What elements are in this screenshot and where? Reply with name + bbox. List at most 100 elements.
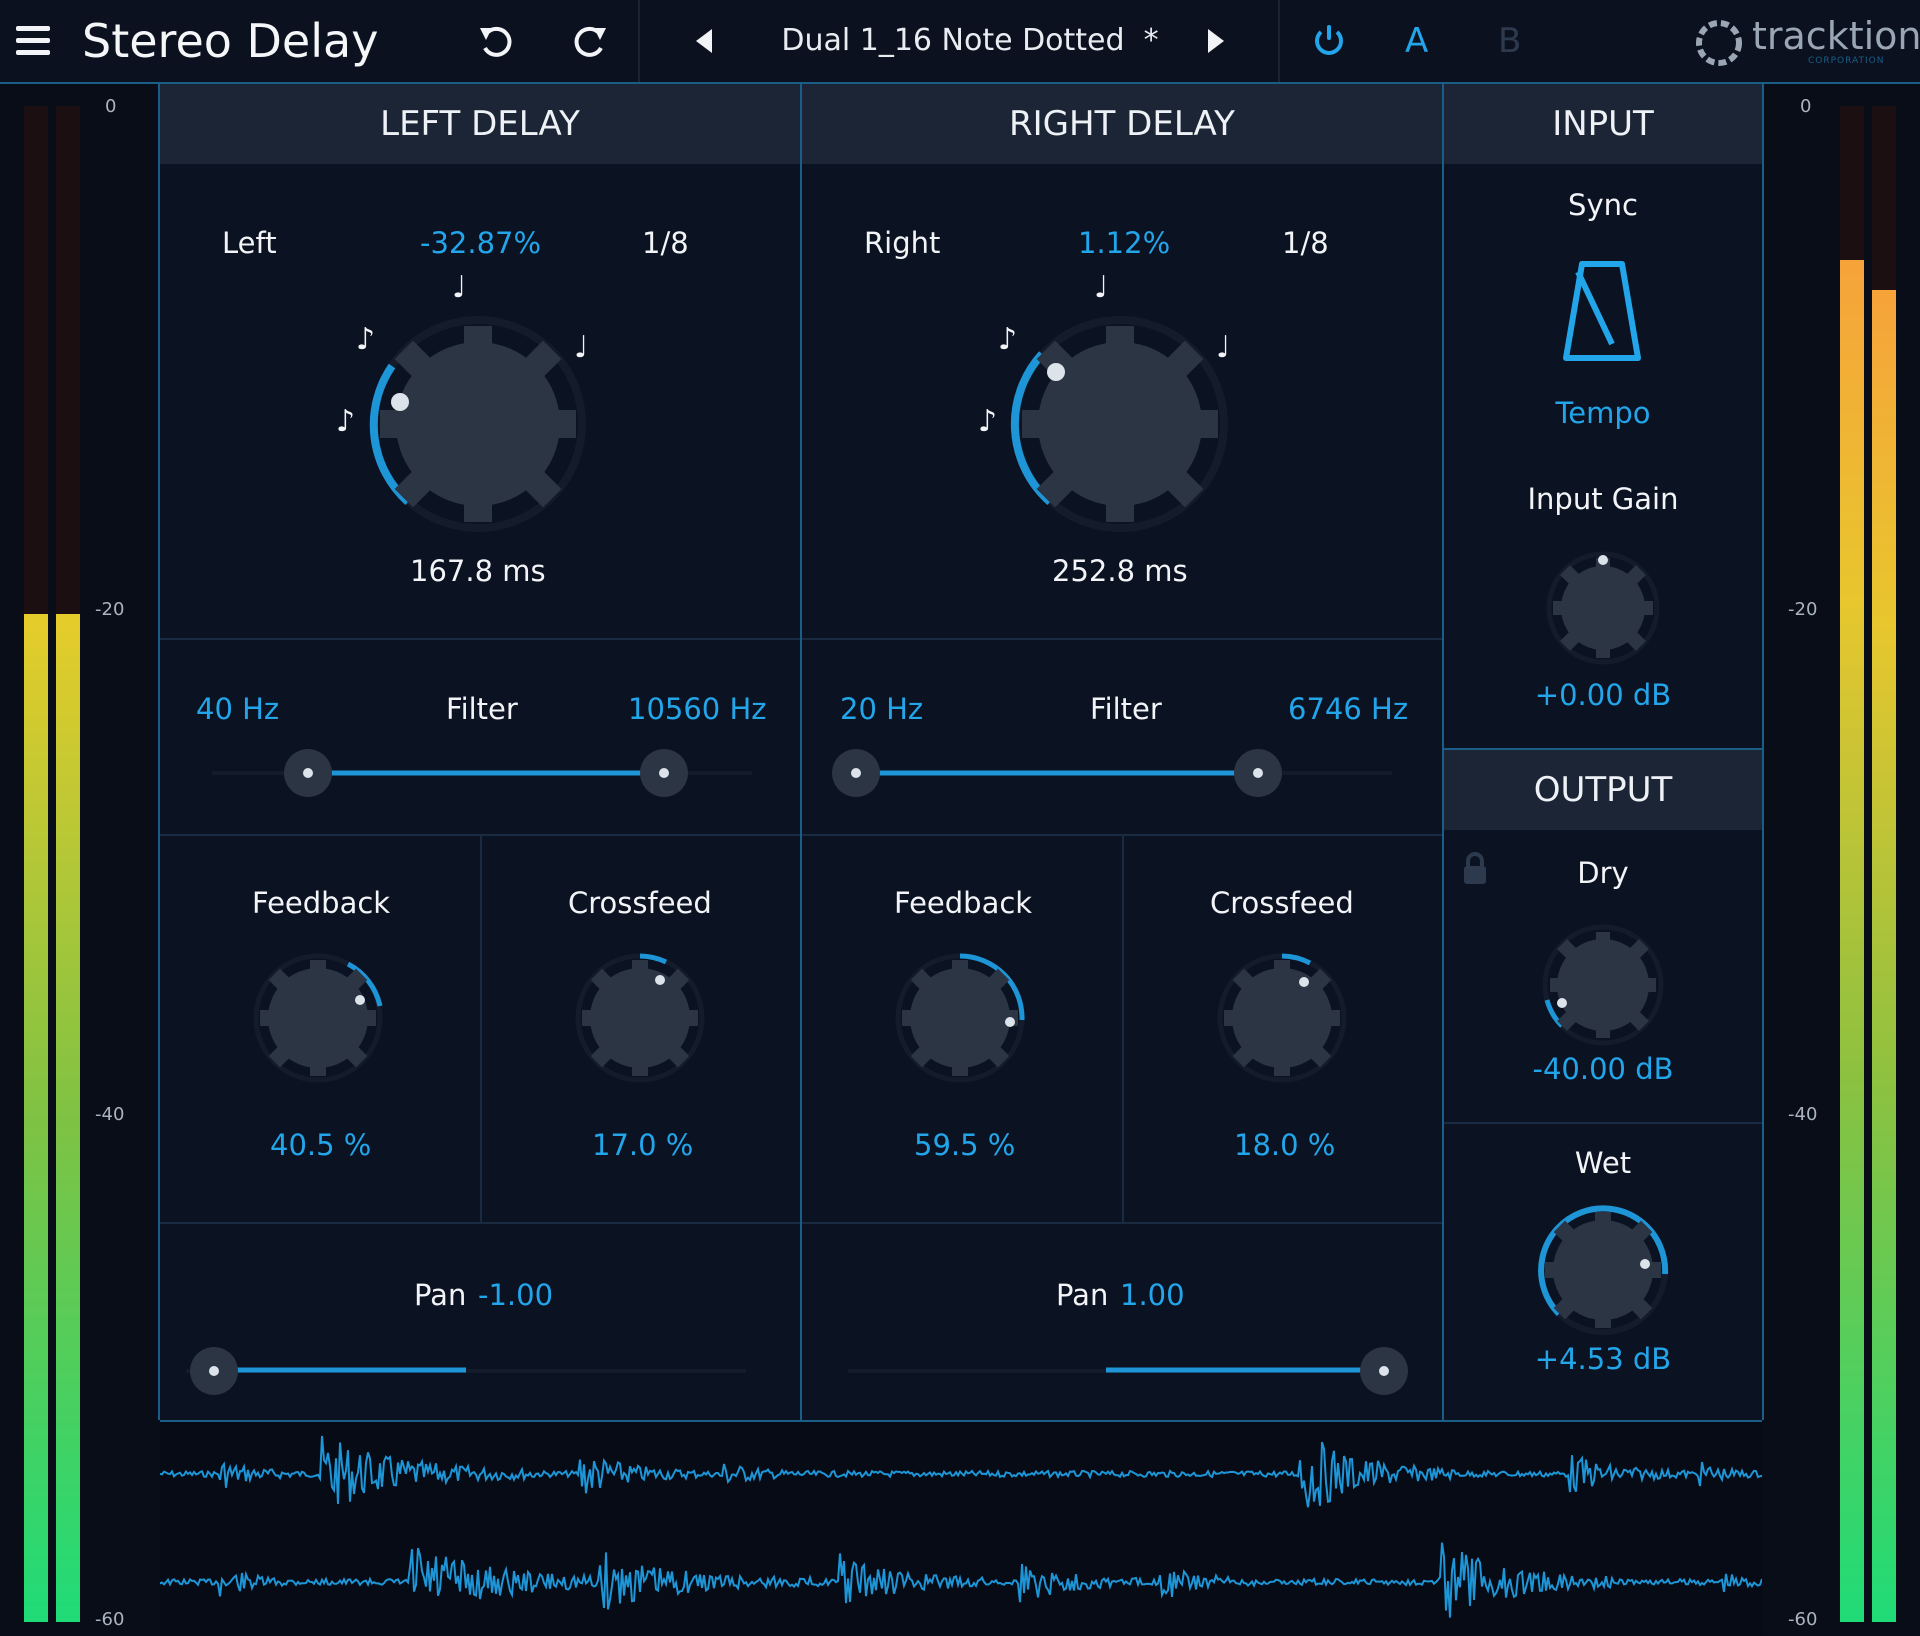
- right-crossfeed-value: 18.0 %: [1234, 1128, 1336, 1162]
- next-preset-button[interactable]: [1200, 26, 1230, 56]
- sync-label: Sync: [1568, 188, 1638, 222]
- panel-divider: [158, 84, 160, 1420]
- dry-value: -40.00 dB: [1532, 1052, 1674, 1086]
- right-feedback-knob[interactable]: [890, 948, 1030, 1088]
- right-delay-time-value: 252.8 ms: [1052, 554, 1188, 588]
- input-gain-knob[interactable]: [1543, 548, 1663, 668]
- input-level-meter: 0 -20 -40 -60: [0, 84, 160, 1634]
- right-filter-range-slider[interactable]: [832, 748, 1392, 798]
- left-filter-range-slider[interactable]: [212, 748, 752, 798]
- right-crossfeed-label: Crossfeed: [1210, 886, 1354, 920]
- meter-scale-20: -20: [1788, 599, 1818, 620]
- quarter-note-icon: ♩: [1094, 270, 1109, 305]
- meter-scale-0: 0: [1800, 96, 1812, 117]
- left-pan-value: -1.00: [478, 1278, 554, 1312]
- preset-label: Dual 1_16 Note Dotted: [781, 23, 1125, 58]
- right-feedback-value: 59.5 %: [914, 1128, 1016, 1162]
- section-divider: [160, 638, 800, 640]
- left-pan-label: Pan: [414, 1278, 467, 1312]
- input-gain-value: +0.00 dB: [1534, 678, 1672, 712]
- preset-name[interactable]: Dual 1_16 Note Dotted *: [770, 18, 1170, 64]
- left-feedback-value: 40.5 %: [270, 1128, 372, 1162]
- left-filter-low-value: 40 Hz: [196, 692, 280, 726]
- dry-label: Dry: [1577, 856, 1629, 890]
- meter-bar-right: [1872, 290, 1896, 1622]
- sixteenth-note-icon: ♪: [336, 404, 356, 439]
- left-division-label: 1/8: [642, 226, 689, 260]
- logo-text: tracktion: [1752, 14, 1920, 58]
- left-filter-high-value: 10560 Hz: [628, 692, 767, 726]
- section-divider: [1122, 834, 1124, 1222]
- section-divider: [160, 1222, 800, 1224]
- output-header: OUTPUT: [1444, 750, 1762, 830]
- sync-mode-value[interactable]: Tempo: [1444, 396, 1762, 430]
- meter-bar-left: [1840, 260, 1864, 1622]
- right-delay-header: RIGHT DELAY: [802, 84, 1442, 164]
- left-crossfeed-knob[interactable]: [570, 948, 710, 1088]
- meter-bar-right: [56, 614, 80, 1622]
- left-crossfeed-value: 17.0 %: [592, 1128, 694, 1162]
- preset-modified-mark: *: [1143, 23, 1159, 58]
- right-division-label: 1/8: [1282, 226, 1329, 260]
- meter-scale-0: 0: [105, 96, 117, 117]
- left-delay-time-knob[interactable]: [360, 306, 596, 542]
- meter-scale-60: -60: [1788, 1609, 1818, 1630]
- meter-scale-20: -20: [95, 599, 125, 620]
- top-bar: Stereo Delay Dual 1_16 Note Dotted * A B…: [0, 0, 1920, 84]
- right-pan-value: 1.00: [1120, 1278, 1185, 1312]
- left-feedback-knob[interactable]: [248, 948, 388, 1088]
- wet-knob[interactable]: [1533, 1200, 1673, 1340]
- right-delay-time-knob[interactable]: [1002, 306, 1238, 542]
- undo-icon[interactable]: [476, 22, 516, 62]
- wet-label: Wet: [1574, 1146, 1632, 1180]
- right-channel-label: Right: [864, 226, 941, 260]
- section-divider: [1444, 1122, 1762, 1124]
- tracktion-logo: tracktion CORPORATION: [1690, 12, 1920, 72]
- waveform-display: [160, 1420, 1762, 1636]
- logo-subtext: CORPORATION: [1808, 56, 1885, 66]
- left-crossfeed-label: Crossfeed: [568, 886, 712, 920]
- dry-knob[interactable]: [1538, 920, 1668, 1050]
- input-header: INPUT: [1444, 84, 1762, 164]
- meter-scale-40: -40: [1788, 1104, 1818, 1125]
- meter-scale-60: -60: [95, 1609, 125, 1630]
- toolbar-divider: [1278, 0, 1280, 82]
- meter-scale-40: -40: [95, 1104, 125, 1125]
- menu-icon[interactable]: [14, 24, 54, 58]
- left-offset-value[interactable]: -32.87%: [420, 226, 541, 260]
- metronome-icon[interactable]: [1560, 258, 1644, 364]
- app-title: Stereo Delay: [82, 14, 379, 68]
- left-delay-header: LEFT DELAY: [160, 84, 800, 164]
- right-offset-value[interactable]: 1.12%: [1078, 226, 1170, 260]
- left-channel-label: Left: [222, 226, 277, 260]
- power-icon[interactable]: [1310, 22, 1348, 60]
- left-feedback-label: Feedback: [252, 886, 391, 920]
- section-divider: [480, 834, 482, 1222]
- toolbar-divider: [638, 0, 640, 82]
- ab-a-button[interactable]: A: [1405, 18, 1428, 64]
- right-feedback-label: Feedback: [894, 886, 1033, 920]
- panel-divider: [1762, 84, 1764, 1420]
- panel-divider: [800, 84, 802, 1420]
- redo-icon[interactable]: [570, 22, 610, 62]
- ab-b-button[interactable]: B: [1498, 18, 1521, 64]
- wet-value: +4.53 dB: [1534, 1342, 1672, 1376]
- right-crossfeed-knob[interactable]: [1212, 948, 1352, 1088]
- right-filter-high-value: 6746 Hz: [1288, 692, 1409, 726]
- waveform-left-channel: [160, 1435, 1762, 1508]
- quarter-note-icon: ♩: [452, 270, 467, 305]
- right-pan-slider[interactable]: [848, 1346, 1408, 1396]
- previous-preset-button[interactable]: [690, 26, 720, 56]
- left-pan-slider[interactable]: [186, 1346, 746, 1396]
- meter-bar-left: [24, 614, 48, 1622]
- waveform-right-channel: [160, 1542, 1762, 1618]
- right-pan-label: Pan: [1056, 1278, 1109, 1312]
- sixteenth-note-icon: ♪: [978, 404, 998, 439]
- left-delay-time-value: 167.8 ms: [410, 554, 546, 588]
- section-divider: [802, 638, 1442, 640]
- output-level-meter: 0 -20 -40 -60: [1762, 84, 1920, 1634]
- right-filter-low-value: 20 Hz: [840, 692, 924, 726]
- right-filter-label: Filter: [1090, 692, 1162, 726]
- input-gain-label: Input Gain: [1527, 482, 1679, 516]
- left-filter-label: Filter: [446, 692, 518, 726]
